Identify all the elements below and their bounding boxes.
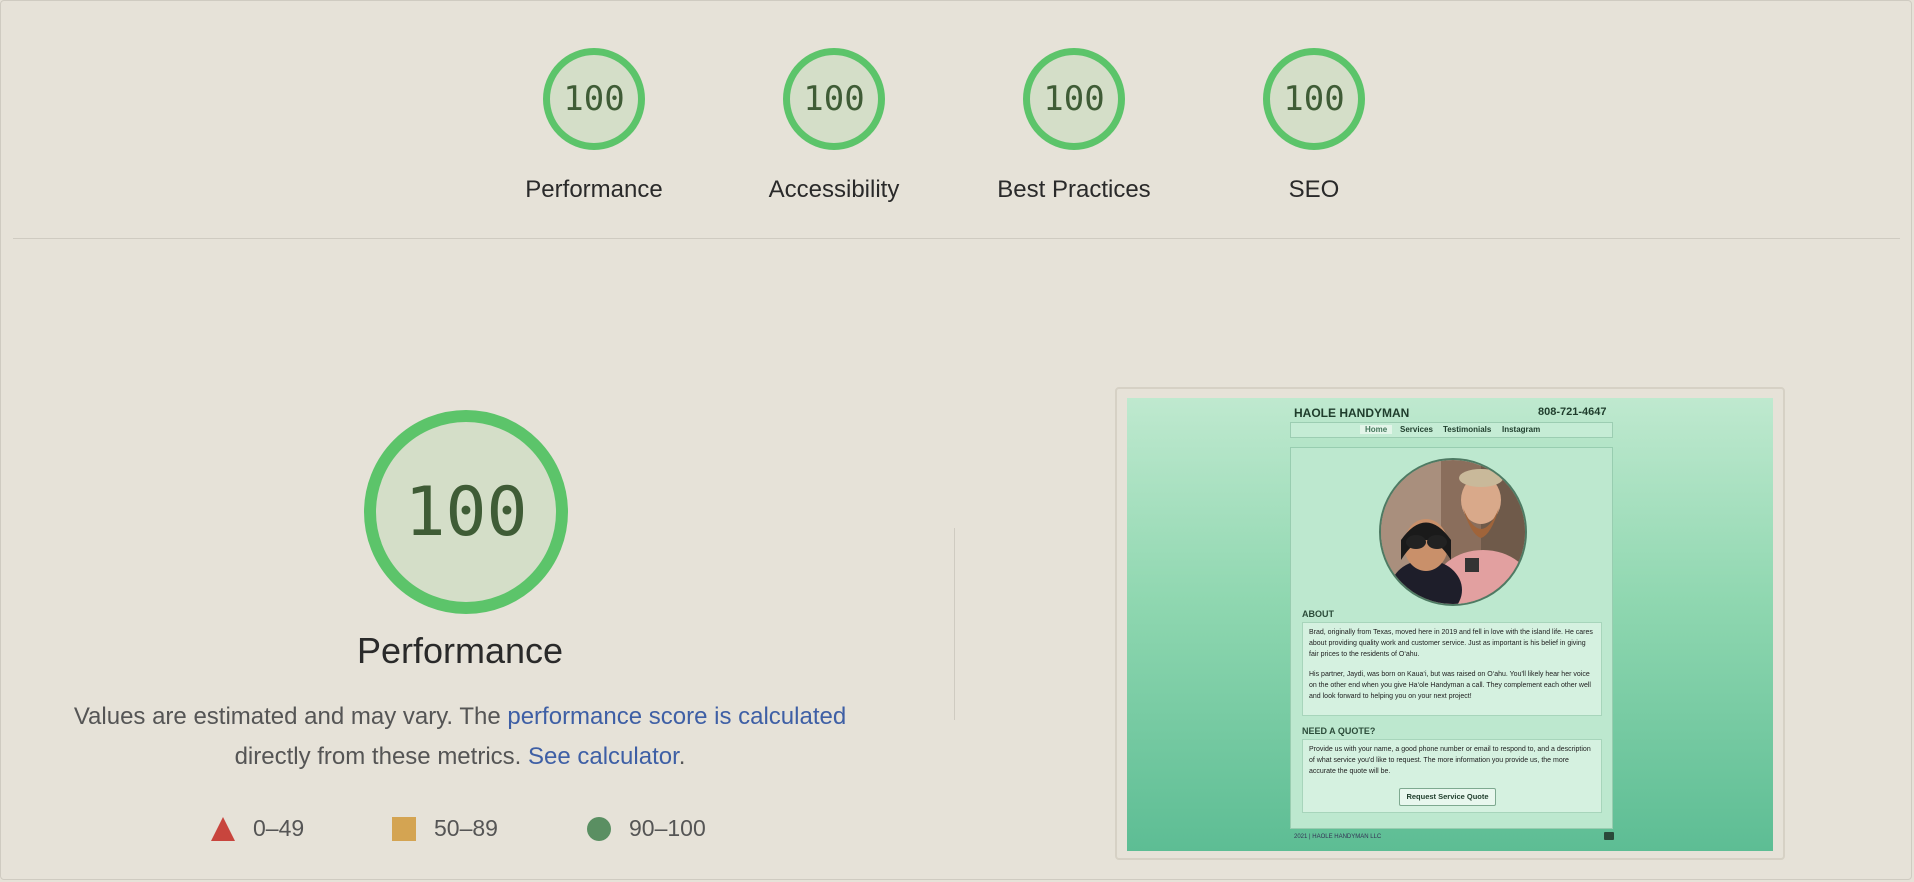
- site-phone: 808-721-4647: [1538, 406, 1607, 418]
- nav-testimonials: Testimonials: [1443, 425, 1492, 434]
- score-calculated-link[interactable]: performance score is calculated: [507, 703, 846, 730]
- see-calculator-link[interactable]: See calculator: [528, 743, 679, 770]
- score-ring: 100: [783, 48, 885, 150]
- about-paragraph-2: His partner, Jaydi, was born on Kaua‘i, …: [1309, 671, 1591, 700]
- about-box: Brad, originally from Texas, moved here …: [1302, 622, 1602, 716]
- legend-range: 0–49: [253, 815, 305, 841]
- performance-description: Values are estimated and may vary. The p…: [60, 697, 860, 777]
- performance-score: 100: [404, 472, 528, 552]
- vertical-divider: [954, 528, 955, 720]
- gauge-best-practices[interactable]: 100 Best Practices: [974, 48, 1174, 204]
- section-divider: [13, 238, 1900, 239]
- score-ring: 100: [1263, 48, 1365, 150]
- desc-text: directly from these metrics.: [234, 743, 528, 770]
- site-content-card: ABOUT Brad, originally from Texas, moved…: [1290, 447, 1613, 829]
- gauge-score: 100: [563, 79, 625, 119]
- gauge-label: Accessibility: [768, 176, 900, 203]
- legend-average: 50–89: [392, 815, 498, 842]
- performance-title: Performance: [356, 630, 564, 671]
- about-heading: ABOUT: [1302, 609, 1334, 619]
- gauge-label: Best Practices: [997, 176, 1151, 203]
- score-ring: 100: [543, 48, 645, 150]
- desc-text: Values are estimated and may vary. The: [73, 703, 508, 730]
- gauge-score: 100: [1043, 79, 1105, 119]
- legend-fail: 0–49: [211, 815, 304, 842]
- site-footer: 2021 | HAOLE HANDYMAN LLC: [1294, 834, 1382, 840]
- gauge-label: Performance: [525, 176, 663, 203]
- gauge-performance[interactable]: 100 Performance: [494, 48, 694, 204]
- circle-icon: [587, 816, 611, 841]
- desc-text: .: [678, 743, 686, 770]
- score-legend: 0–49 50–89 90–100: [0, 815, 900, 845]
- request-quote-button: Request Service Quote: [1399, 788, 1496, 806]
- site-nav: Home Services Testimonials Instagram: [1290, 422, 1613, 438]
- quote-heading: NEED A QUOTE?: [1302, 726, 1376, 736]
- square-icon: [392, 816, 416, 841]
- legend-pass: 90–100: [587, 815, 706, 842]
- final-screenshot[interactable]: HAOLE HANDYMAN 808-721-4647 Home Service…: [1115, 387, 1785, 860]
- gauge-score: 100: [1283, 79, 1345, 119]
- screenshot-image: HAOLE HANDYMAN 808-721-4647 Home Service…: [1127, 398, 1773, 851]
- nav-services: Services: [1400, 425, 1433, 434]
- performance-gauge: 100: [364, 410, 568, 614]
- score-ring: 100: [1023, 48, 1125, 150]
- gauge-score: 100: [803, 79, 865, 119]
- quote-text: Provide us with your name, a good phone …: [1309, 746, 1591, 775]
- nav-instagram: Instagram: [1502, 425, 1541, 434]
- instagram-icon: [1604, 832, 1614, 840]
- legend-range: 90–100: [629, 815, 706, 841]
- owners-photo: [1379, 458, 1527, 606]
- gauge-label: SEO: [1288, 176, 1340, 203]
- triangle-icon: [211, 816, 235, 841]
- legend-range: 50–89: [434, 815, 498, 841]
- gauge-seo[interactable]: 100 SEO: [1214, 48, 1414, 204]
- site-title: HAOLE HANDYMAN: [1294, 406, 1410, 420]
- gauge-accessibility[interactable]: 100 Accessibility: [734, 48, 934, 204]
- nav-home: Home: [1360, 425, 1393, 434]
- about-paragraph-1: Brad, originally from Texas, moved here …: [1309, 629, 1593, 658]
